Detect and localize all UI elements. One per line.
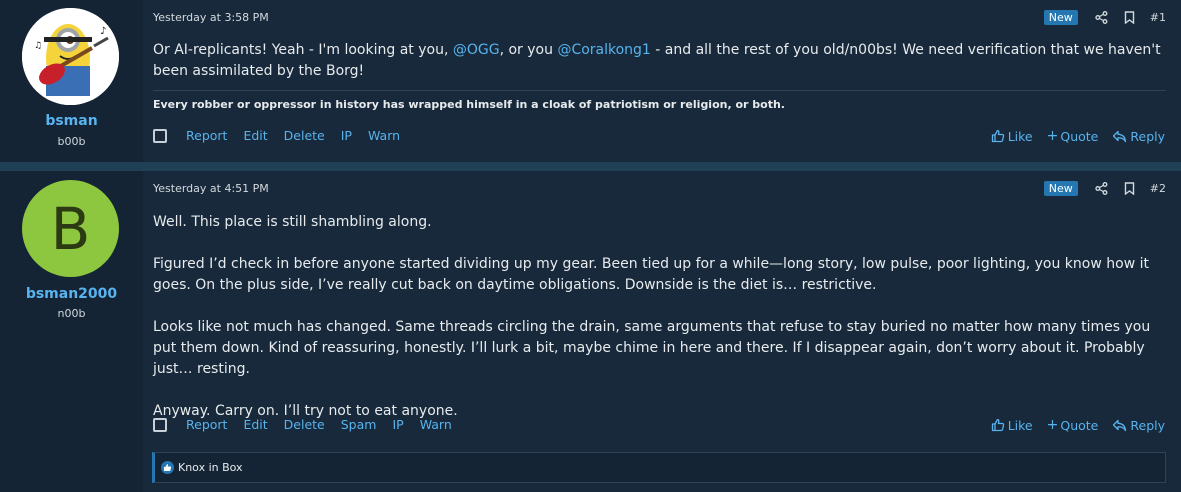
edit-link[interactable]: Edit (243, 417, 267, 432)
message-paragraph: Looks like not much has changed. Same th… (153, 319, 1151, 377)
post-actions: Report Edit Delete Spam IP Warn (153, 417, 468, 432)
message-paragraph: Figured I’d check in before anyone start… (153, 256, 1149, 293)
user-column: B bsman2000 n00b (0, 171, 143, 492)
quote-button[interactable]: + Quote (1047, 128, 1099, 144)
new-badge: New (1043, 9, 1078, 25)
post-message: Or AI-replicants! Yeah - I'm looking at … (153, 40, 1165, 82)
share-icon[interactable] (1095, 10, 1109, 24)
signature: Every robber or oppressor in history has… (153, 90, 1166, 111)
reply-icon (1113, 419, 1127, 431)
thumbs-up-icon (991, 129, 1004, 143)
warn-link[interactable]: Warn (420, 417, 452, 432)
post-1: ♪ ♫ bsman b00b Yesterday at 3:58 PM New … (0, 0, 1181, 162)
mention-coralkong1[interactable]: @Coralkong1 (557, 42, 650, 58)
svg-text:♪: ♪ (100, 26, 106, 37)
report-link[interactable]: Report (186, 128, 227, 143)
select-checkbox[interactable] (153, 417, 167, 432)
reply-icon (1113, 130, 1127, 142)
post-date[interactable]: Yesterday at 3:58 PM (153, 11, 269, 24)
post-2: B bsman2000 n00b Yesterday at 4:51 PM Ne… (0, 171, 1181, 492)
like-reaction-icon (161, 461, 174, 474)
reply-button[interactable]: Reply (1112, 418, 1165, 433)
reaction-links: Like + Quote Reply (977, 417, 1165, 433)
username[interactable]: bsman (0, 113, 143, 129)
post-actions: Report Edit Delete IP Warn (153, 128, 416, 143)
thumbs-up-icon (991, 418, 1004, 432)
user-title: b00b (57, 135, 86, 148)
delete-link[interactable]: Delete (284, 128, 325, 143)
post-tools: New #2 (1043, 179, 1166, 197)
like-label: Like (1007, 128, 1033, 144)
like-label: Like (1007, 417, 1033, 433)
share-icon[interactable] (1095, 181, 1109, 195)
username[interactable]: bsman2000 (0, 286, 143, 302)
reply-label: Reply (1130, 128, 1165, 144)
select-checkbox[interactable] (153, 128, 167, 143)
post-number[interactable]: #2 (1150, 182, 1166, 195)
post-message: Well. This place is still shambling alon… (153, 212, 1165, 422)
plus-icon: + (1046, 128, 1059, 144)
user-column: ♪ ♫ bsman b00b (0, 0, 143, 162)
avatar[interactable]: ♪ ♫ (22, 8, 119, 105)
post-separator (0, 162, 1181, 171)
quote-button[interactable]: + Quote (1047, 417, 1099, 433)
warn-link[interactable]: Warn (368, 128, 400, 143)
quote-label: Quote (1060, 128, 1099, 144)
reaction-links: Like + Quote Reply (977, 128, 1165, 144)
edit-link[interactable]: Edit (243, 128, 267, 143)
mention-ogg[interactable]: @OGG (453, 42, 500, 58)
user-title: n00b (57, 307, 86, 320)
reply-label: Reply (1130, 417, 1165, 433)
minion-guitar-avatar-icon: ♪ ♫ (22, 8, 119, 105)
delete-link[interactable]: Delete (284, 417, 325, 432)
reaction-user-list[interactable]: Knox in Box (178, 461, 243, 474)
reaction-summary[interactable]: Knox in Box (152, 452, 1166, 483)
avatar[interactable]: B (22, 180, 119, 277)
post-body: Yesterday at 3:58 PM New #1 Or AI-replic… (143, 0, 1181, 162)
message-text: , or you (499, 42, 558, 58)
post-date[interactable]: Yesterday at 4:51 PM (153, 182, 269, 195)
post-number[interactable]: #1 (1150, 11, 1166, 24)
ip-link[interactable]: IP (341, 128, 352, 143)
message-text: Or AI-replicants! Yeah - I'm looking at … (153, 42, 453, 58)
bookmark-icon[interactable] (1123, 10, 1137, 24)
plus-icon: + (1046, 417, 1059, 433)
report-link[interactable]: Report (186, 417, 227, 432)
message-paragraph: Well. This place is still shambling alon… (153, 214, 432, 230)
like-button[interactable]: Like (991, 418, 1033, 433)
bookmark-icon[interactable] (1123, 181, 1137, 195)
post-body: Yesterday at 4:51 PM New #2 Well. This p… (143, 171, 1181, 492)
post-tools: New #1 (1043, 8, 1166, 26)
spam-link[interactable]: Spam (341, 417, 377, 432)
new-badge: New (1043, 180, 1078, 196)
like-button[interactable]: Like (991, 129, 1033, 144)
quote-label: Quote (1060, 417, 1099, 433)
ip-link[interactable]: IP (392, 417, 403, 432)
svg-text:♫: ♫ (34, 41, 42, 51)
reply-button[interactable]: Reply (1112, 129, 1165, 144)
